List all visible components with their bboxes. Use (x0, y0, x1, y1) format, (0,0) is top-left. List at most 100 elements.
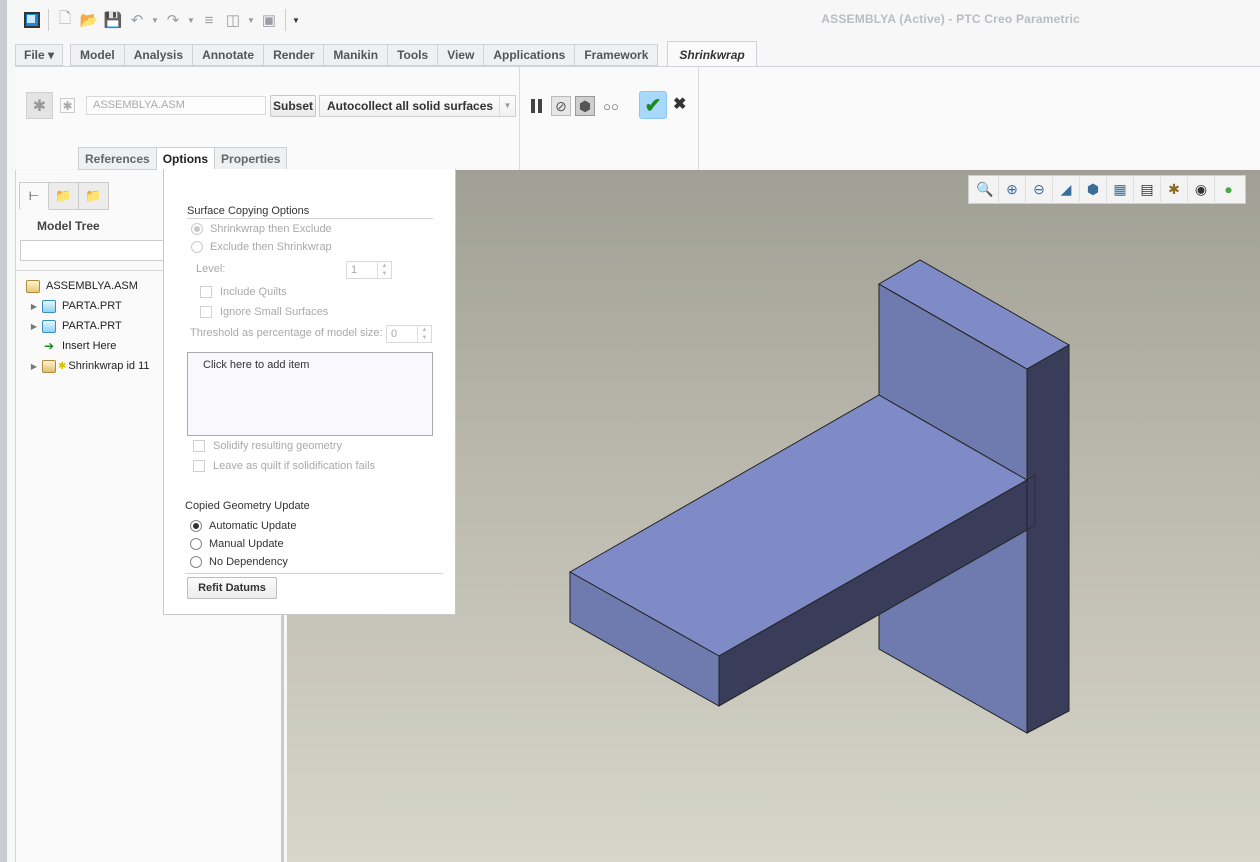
no-preview-button[interactable]: ⊘ (551, 96, 571, 116)
tab-file[interactable]: File ▾ (15, 44, 64, 66)
tab-tools[interactable]: Tools (388, 44, 439, 66)
expand-icon[interactable]: ▶ (26, 362, 42, 371)
saved-orientations-button[interactable]: ▦ (1107, 177, 1134, 202)
repaint-button[interactable]: ◢ (1053, 177, 1080, 202)
model-reference-field[interactable]: ASSEMBLYA.ASM (86, 96, 266, 115)
tree-item-shrinkwrap[interactable]: ▶ ✱ Shrinkwrap id 11 (26, 356, 150, 376)
spinner-arrows-icon[interactable]: ▲ ▼ (417, 326, 431, 342)
model-selector-button[interactable]: ✱ (26, 92, 53, 119)
tab-manikin[interactable]: Manikin (324, 44, 389, 66)
redo-icon[interactable]: ↷ (163, 10, 183, 30)
datum-display-button[interactable]: ✱ (1161, 177, 1188, 202)
tab-view[interactable]: View (438, 44, 485, 66)
assembly-icon (26, 279, 40, 293)
shrinkwrap-dashboard: ✱ ✱ ASSEMBLYA.ASM Subset Autocollect all… (15, 66, 1260, 170)
refit-datums-button[interactable]: Refit Datums (187, 577, 277, 599)
expand-icon[interactable]: ▶ (26, 302, 42, 311)
tab-folder-browser[interactable]: 📁 (49, 182, 79, 210)
display-style-button[interactable]: ⬢ (1080, 177, 1107, 202)
level-label: Level: (196, 263, 226, 275)
tree-item-insert-here[interactable]: ➔ Insert Here (26, 336, 150, 356)
display-style-icon: ⬢ (1086, 181, 1100, 197)
tab-framework[interactable]: Framework (575, 44, 659, 66)
close-icon: ✖ (673, 96, 687, 113)
annotation-display-button[interactable]: ◉ (1188, 177, 1215, 202)
glasses-icon: ○○ (603, 98, 619, 114)
zoom-out-button[interactable]: ⊖ (1026, 177, 1053, 202)
tab-model-tree[interactable]: ⊢ (19, 182, 49, 210)
collection-method-select[interactable]: Autocollect all solid surfaces ▼ (319, 95, 516, 117)
subtab-options[interactable]: Options (156, 147, 216, 170)
checkmark-icon: ✔ (644, 94, 662, 117)
tab-shrinkwrap[interactable]: Shrinkwrap (667, 41, 757, 66)
subtab-references[interactable]: References (78, 147, 157, 170)
options-panel: Surface Copying Options Shrinkwrap then … (163, 169, 456, 615)
zoom-in-button[interactable]: ⊕ (999, 177, 1026, 202)
solidify-checkbox[interactable]: Solidify resulting geometry (193, 440, 342, 452)
undo-icon[interactable]: ↶ (127, 10, 147, 30)
redo-dropdown-icon[interactable]: ▼ (187, 16, 195, 25)
no-dependency-radio[interactable]: No Dependency (190, 556, 288, 568)
pause-button[interactable] (531, 99, 543, 113)
separator (285, 9, 286, 31)
subset-button[interactable]: Subset (270, 95, 316, 117)
customize-icon[interactable]: ▼ (292, 16, 300, 25)
tree-item-part[interactable]: ▶ PARTA.PRT (26, 316, 150, 336)
radio-icon (190, 556, 202, 568)
annotation-display-icon: ◉ (1194, 181, 1208, 197)
level-spinner[interactable]: 1 ▲ ▼ (346, 261, 392, 279)
windows-dropdown-icon[interactable]: ▼ (247, 16, 255, 25)
refit-button[interactable]: 🔍 (972, 177, 999, 202)
undo-dropdown-icon[interactable]: ▼ (151, 16, 159, 25)
radio-icon (191, 241, 203, 253)
radio-label: Exclude then Shrinkwrap (210, 241, 332, 253)
exclude-surfaces-collector[interactable]: Click here to add item (187, 352, 433, 436)
open-icon[interactable]: 📂 (79, 10, 99, 30)
expand-icon[interactable]: ▶ (26, 322, 42, 331)
regenerate-icon[interactable]: ≡ (199, 10, 219, 30)
manual-update-radio[interactable]: Manual Update (190, 538, 284, 550)
close-window-icon[interactable]: ▣ (259, 10, 279, 30)
checkbox-label: Leave as quilt if solidification fails (213, 460, 376, 472)
tab-analysis[interactable]: Analysis (124, 44, 194, 66)
tree-item-label: PARTA.PRT (62, 300, 122, 312)
datum-select-button[interactable]: ✱ (60, 98, 75, 113)
ribbon-tabs: File ▾ Model Analysis Annotate Render Ma… (15, 41, 757, 66)
exclude-then-shrinkwrap-radio[interactable]: Exclude then Shrinkwrap (191, 241, 332, 253)
divider (185, 573, 443, 574)
folders-icon: 📁 (55, 188, 72, 203)
new-icon[interactable]: 🗋 (55, 10, 75, 30)
cancel-button[interactable]: ✖ (673, 97, 687, 113)
tree-item-part[interactable]: ▶ PARTA.PRT (26, 296, 150, 316)
new-feature-star-icon: ✱ (58, 360, 67, 372)
attached-preview-button[interactable]: ⬢ (575, 96, 595, 116)
tab-render[interactable]: Render (264, 44, 325, 66)
subtab-properties[interactable]: Properties (215, 147, 288, 170)
shrinkwrap-feature-icon (42, 359, 56, 373)
spin-center-button[interactable]: ⦁ (1215, 177, 1242, 202)
tab-model[interactable]: Model (70, 44, 125, 66)
part-icon (42, 299, 56, 313)
tree-item-assembly[interactable]: ASSEMBLYA.ASM (26, 276, 150, 296)
leave-as-quilt-checkbox[interactable]: Leave as quilt if solidification fails (193, 460, 375, 472)
app-icon[interactable] (22, 10, 42, 30)
chevron-down-icon[interactable]: ▼ (499, 96, 515, 116)
ignore-small-surfaces-checkbox[interactable]: Ignore Small Surfaces (200, 306, 328, 318)
windows-icon[interactable]: ◫ (223, 10, 243, 30)
refit-icon: 🔍 (976, 181, 994, 197)
ok-button[interactable]: ✔ (639, 91, 667, 119)
tree-item-label: Insert Here (62, 340, 117, 352)
automatic-update-radio[interactable]: Automatic Update (190, 520, 296, 532)
spinner-arrows-icon[interactable]: ▲ ▼ (377, 262, 391, 278)
radio-icon (191, 223, 203, 235)
verify-mode-button[interactable]: ○○ (599, 96, 623, 116)
include-quilts-checkbox[interactable]: Include Quilts (200, 286, 287, 298)
tab-favorites[interactable]: 📁 (79, 182, 109, 210)
save-icon[interactable]: 💾 (103, 10, 123, 30)
threshold-spinner[interactable]: 0 ▲ ▼ (386, 325, 432, 343)
tab-annotate[interactable]: Annotate (193, 44, 265, 66)
tab-applications[interactable]: Applications (484, 44, 576, 66)
shrinkwrap-then-exclude-radio[interactable]: Shrinkwrap then Exclude (191, 223, 332, 235)
checkbox-label: Ignore Small Surfaces (220, 306, 329, 318)
view-manager-button[interactable]: ▤ (1134, 177, 1161, 202)
